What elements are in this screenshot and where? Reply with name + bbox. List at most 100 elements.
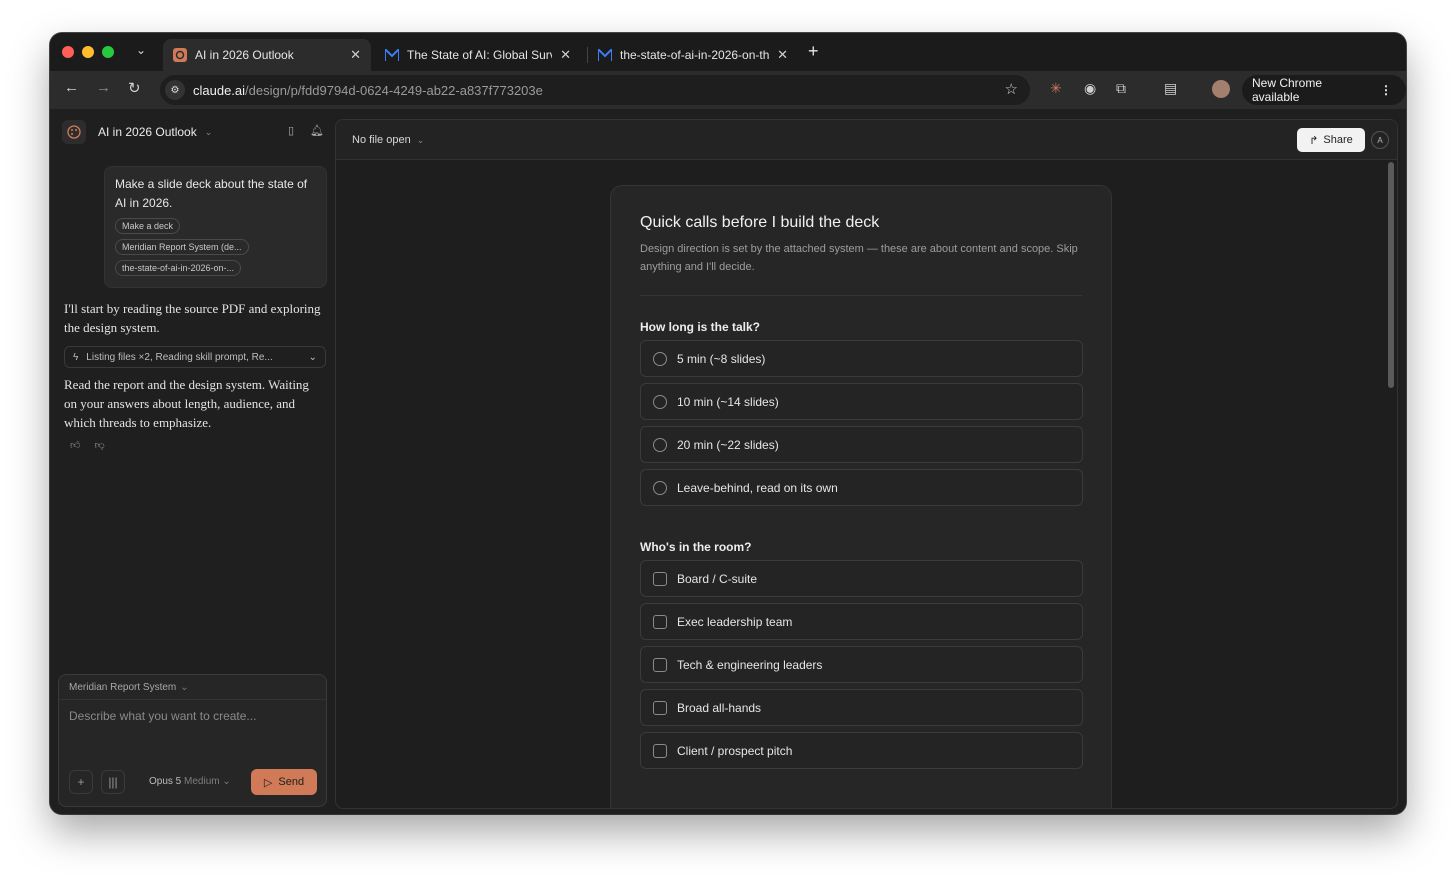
close-tab-icon[interactable]: ✕: [777, 47, 788, 63]
site-settings-icon[interactable]: ⚙: [165, 80, 185, 100]
checkbox[interactable]: [653, 743, 667, 758]
reading-list-icon[interactable]: ▤: [1164, 80, 1177, 97]
claude-extension-icon[interactable]: ✳: [1050, 80, 1062, 97]
extensions-puzzle-icon[interactable]: ⧉: [1116, 80, 1126, 97]
file-label: No file open: [352, 134, 411, 146]
option-label: 20 min (~22 slides): [677, 437, 779, 452]
main-header: No file open ⌄ ↱ Share A: [336, 120, 1397, 160]
url-text[interactable]: claude.ai/design/p/fdd9794d-0624-4249-ab…: [193, 83, 543, 98]
checkbox[interactable]: [653, 614, 667, 629]
toggle-sidebar-icon[interactable]: ▯: [288, 124, 294, 137]
composer: Meridian Report System ⌄ + ||| Opus 5 Me…: [58, 674, 327, 807]
option-leave-behind[interactable]: Leave-behind, read on its own: [640, 469, 1083, 506]
prompt-input[interactable]: [69, 709, 319, 723]
option-tech-leaders[interactable]: Tech & engineering leaders: [640, 646, 1083, 683]
file-selector[interactable]: No file open ⌄: [352, 134, 424, 146]
option-board[interactable]: Board / C-suite: [640, 560, 1083, 597]
option-10-min[interactable]: 10 min (~14 slides): [640, 383, 1083, 420]
card-title: Quick calls before I build the deck: [640, 214, 880, 231]
claude-design-icon: [173, 48, 187, 62]
browser-window: ⌄ AI in 2026 Outlook ✕ The State of AI: …: [50, 33, 1406, 814]
voice-waveform-icon[interactable]: |||: [101, 770, 125, 794]
address-bar[interactable]: ⚙ claude.ai/design/p/fdd9794d-0624-4249-…: [160, 75, 1030, 105]
add-attachment-icon[interactable]: +: [69, 770, 93, 794]
browser-toolbar: ← → ↻ ⚙ claude.ai/design/p/fdd9794d-0624…: [50, 71, 1406, 109]
forward-arrow-icon[interactable]: →: [96, 79, 111, 96]
share-button[interactable]: ↱ Share: [1297, 128, 1365, 152]
assistant-message-intro: I'll start by reading the source PDF and…: [64, 301, 321, 335]
user-avatar[interactable]: A: [1371, 131, 1389, 149]
attachment-chips: Make a deck Meridian Report System (de..…: [115, 213, 316, 276]
user-message-text: Make a slide deck about the state of AI …: [115, 177, 308, 210]
reload-icon[interactable]: ↻: [128, 79, 141, 97]
project-header[interactable]: AI in 2026 Outlook ⌄ ▯ 🔔︎: [62, 119, 324, 145]
audience-options: Board / C-suite Exec leadership team Tec…: [640, 560, 1083, 769]
design-system-selector[interactable]: Meridian Report System ⌄: [59, 675, 326, 700]
more-menu-icon[interactable]: ⋮: [1380, 83, 1392, 97]
send-label: Send: [278, 776, 305, 788]
tool-activity-summary[interactable]: ϟ Listing files ×2, Reading skill prompt…: [64, 346, 326, 368]
minimize-window-button[interactable]: [82, 46, 94, 58]
checkbox[interactable]: [653, 571, 667, 586]
chevron-down-icon: ⌄: [416, 135, 425, 145]
thumbs-down-icon[interactable]: 👎︎: [94, 439, 104, 451]
notification-bell-icon[interactable]: 🔔︎: [310, 124, 324, 137]
close-window-button[interactable]: [62, 46, 74, 58]
message-reactions: 👍︎ 👎︎: [70, 439, 105, 451]
close-tab-icon[interactable]: ✕: [560, 47, 571, 63]
chevron-down-icon: ⌄: [222, 776, 231, 787]
option-5-min[interactable]: 5 min (~8 slides): [640, 340, 1083, 377]
tab-search-chevron-icon[interactable]: ⌄: [136, 43, 146, 57]
option-label: Exec leadership team: [677, 614, 793, 629]
model-selector[interactable]: Opus 5 Medium ⌄: [149, 776, 231, 787]
share-label: Share: [1323, 134, 1353, 146]
option-label: 5 min (~8 slides): [677, 351, 766, 366]
m-logo-icon: [598, 48, 612, 62]
user-message: Make a slide deck about the state of AI …: [104, 166, 327, 288]
extension-circle-icon[interactable]: ◉: [1084, 80, 1096, 97]
tab-state-of-ai-pdf[interactable]: the-state-of-ai-in-2026-on-the ✕: [588, 39, 798, 71]
tab-state-of-ai-survey[interactable]: The State of AI: Global Survey ✕: [375, 39, 581, 71]
question-talk-length: How long is the talk?: [640, 320, 761, 334]
chevron-down-icon: ⌄: [308, 351, 317, 363]
chip-source-pdf[interactable]: the-state-of-ai-in-2026-on-...: [115, 260, 242, 276]
profile-avatar[interactable]: [1212, 80, 1230, 98]
bookmark-star-icon[interactable]: ☆: [1005, 80, 1018, 98]
back-arrow-icon[interactable]: ←: [64, 79, 79, 96]
send-button[interactable]: ▷ Send: [251, 769, 317, 795]
close-tab-icon[interactable]: ✕: [350, 47, 361, 63]
checkbox[interactable]: [653, 657, 667, 672]
thumbs-up-icon[interactable]: 👍︎: [70, 439, 80, 451]
questions-card: Quick calls before I build the deck Desi…: [610, 185, 1112, 808]
project-title: AI in 2026 Outlook: [98, 125, 197, 139]
share-arrow-icon: ↱: [1309, 134, 1319, 147]
radio-button[interactable]: [653, 394, 667, 409]
maximize-window-button[interactable]: [102, 46, 114, 58]
option-exec-team[interactable]: Exec leadership team: [640, 603, 1083, 640]
option-client-pitch[interactable]: Client / prospect pitch: [640, 732, 1083, 769]
checkbox[interactable]: [653, 700, 667, 715]
chip-design-system[interactable]: Meridian Report System (de...: [115, 239, 249, 255]
radio-button[interactable]: [653, 437, 667, 452]
chevron-down-icon[interactable]: ⌄: [205, 127, 213, 138]
send-arrow-icon: ▷: [263, 776, 273, 789]
option-20-min[interactable]: 20 min (~22 slides): [640, 426, 1083, 463]
chip-make-deck[interactable]: Make a deck: [115, 218, 181, 234]
model-name: Opus 5: [149, 776, 182, 787]
talk-length-options: 5 min (~8 slides) 10 min (~14 slides) 20…: [640, 340, 1083, 506]
tab-title: AI in 2026 Outlook: [195, 48, 294, 62]
chrome-update-button[interactable]: New Chrome available ⋮: [1242, 75, 1406, 105]
divider: [640, 295, 1082, 296]
option-all-hands[interactable]: Broad all-hands: [640, 689, 1083, 726]
question-audience: Who's in the room?: [640, 540, 752, 554]
chrome-update-label: New Chrome available: [1252, 76, 1323, 104]
option-label: Broad all-hands: [677, 700, 762, 715]
scrollbar[interactable]: [1388, 162, 1394, 388]
radio-button[interactable]: [653, 351, 667, 366]
tool-summary-text: Listing files ×2, Reading skill prompt, …: [86, 351, 273, 363]
new-tab-plus-icon[interactable]: +: [808, 41, 819, 62]
tab-ai-outlook[interactable]: AI in 2026 Outlook ✕: [163, 39, 371, 71]
option-label: Client / prospect pitch: [677, 743, 793, 758]
radio-button[interactable]: [653, 480, 667, 495]
chevron-down-icon: ⌄: [180, 681, 189, 693]
